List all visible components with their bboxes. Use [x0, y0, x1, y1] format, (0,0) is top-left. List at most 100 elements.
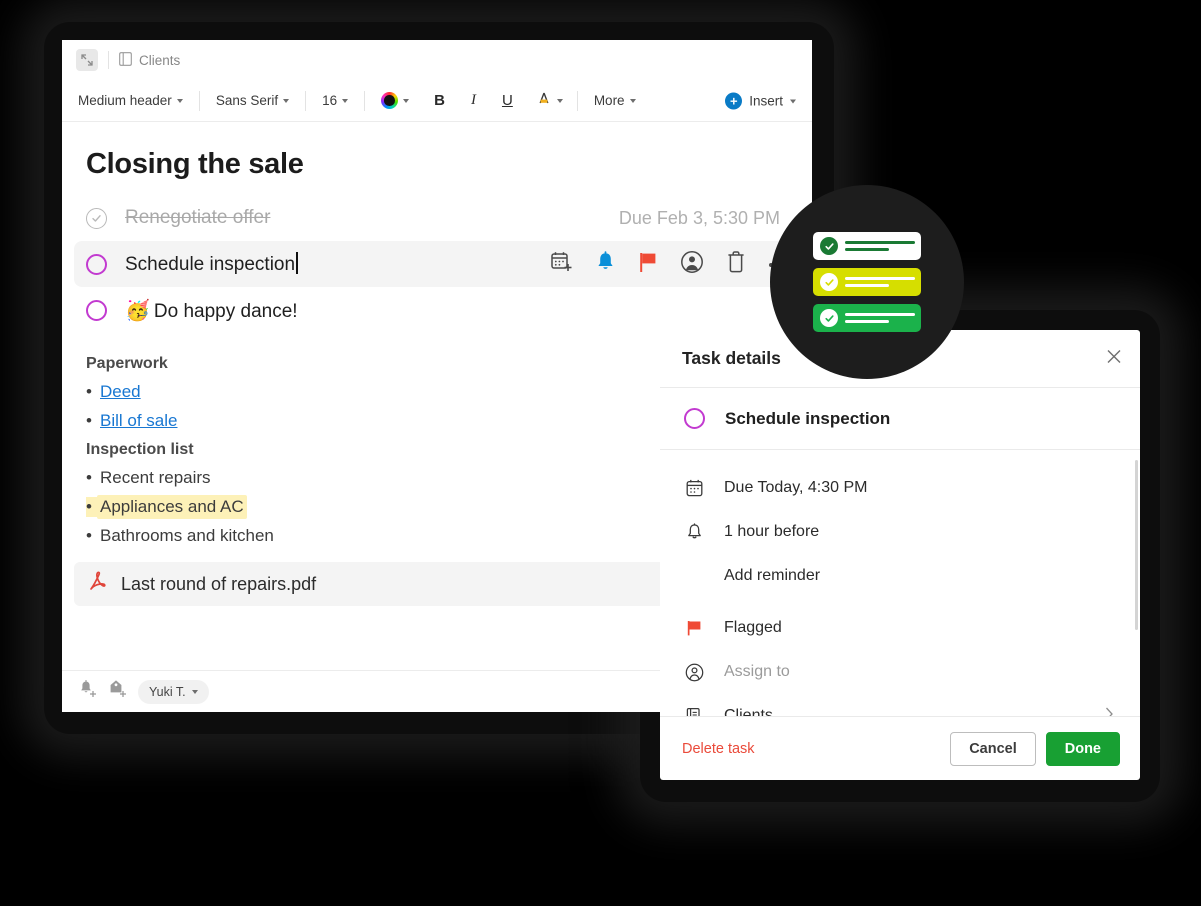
badge-line	[845, 248, 889, 252]
bullet-dot: •	[86, 468, 92, 487]
notebook-icon	[684, 707, 704, 716]
done-button[interactable]: Done	[1045, 731, 1120, 766]
task-label-wrapper: 🥳 Do happy dance!	[125, 298, 298, 323]
dialog-row-label: 1 hour before	[724, 523, 820, 540]
task-checkbox-checked-icon[interactable]	[86, 207, 107, 229]
check-icon	[820, 273, 838, 291]
badge-bar-lines	[845, 276, 915, 288]
task-label-wrapper[interactable]: Schedule inspection	[125, 252, 298, 276]
italic-button[interactable]: I	[458, 92, 489, 109]
paragraph-style-dropdown[interactable]: Medium header	[78, 88, 195, 114]
font-size-dropdown[interactable]: 16	[310, 88, 360, 114]
expand-arrows-icon[interactable]	[76, 49, 98, 71]
task-label: Do happy dance!	[153, 300, 298, 322]
cancel-button[interactable]: Cancel	[950, 731, 1036, 766]
insert-label: Insert	[749, 93, 783, 108]
task-checkbox-icon[interactable]	[86, 299, 107, 321]
dialog-row-label: Due Today, 4:30 PM	[724, 479, 868, 496]
dialog-row-due-date[interactable]: Due Today, 4:30 PM	[660, 466, 1140, 510]
pdf-icon	[88, 571, 107, 598]
task-label: Schedule inspection	[125, 254, 296, 275]
badge-bar-green	[813, 304, 921, 332]
dialog-scrollbar[interactable]	[1135, 460, 1138, 630]
calendar-icon	[684, 479, 704, 497]
dialog-actions: Cancel Done	[950, 731, 1120, 766]
page-title: Closing the sale	[86, 148, 304, 180]
tasks-badge	[770, 185, 964, 379]
calendar-add-icon[interactable]	[550, 250, 573, 278]
link-deed[interactable]: Deed	[100, 382, 141, 402]
highlight-dropdown[interactable]	[526, 88, 573, 114]
chevron-right-icon[interactable]	[1105, 707, 1114, 716]
badge-line	[845, 320, 889, 324]
chevron-down-icon	[790, 99, 796, 103]
attachment-name: Last round of repairs.pdf	[121, 573, 317, 594]
list-item-label: Bathrooms and kitchen	[100, 526, 274, 545]
task-checkbox-icon[interactable]	[684, 408, 705, 429]
task-row-actions	[550, 250, 790, 279]
chevron-down-icon	[403, 99, 410, 103]
party-face-emoji: 🥳	[125, 299, 150, 322]
task-label: Renegotiate offer	[125, 207, 271, 228]
user-dropdown[interactable]: Yuki T.	[138, 679, 209, 704]
check-icon	[820, 309, 838, 327]
task-details-dialog: Task details Schedule inspection Due Tod…	[660, 330, 1140, 780]
dialog-row-label: Clients	[724, 707, 773, 716]
dialog-row-label: Add reminder	[724, 567, 821, 584]
dialog-row-add-reminder[interactable]: Add reminder	[660, 554, 1140, 598]
dialog-row-notebook[interactable]: Clients	[660, 694, 1140, 716]
task-row-renegotiate-offer[interactable]: Renegotiate offer Due Feb 3, 5:30 PM	[74, 195, 800, 241]
font-size-label: 16	[322, 93, 338, 108]
insert-button[interactable]: + Insert	[725, 92, 796, 109]
badge-bar-yellow	[813, 268, 921, 296]
user-name: Yuki T.	[149, 684, 186, 699]
dialog-row-label: Flagged	[724, 619, 782, 636]
link-bill-of-sale[interactable]: Bill of sale	[100, 411, 177, 431]
bold-button[interactable]: B	[421, 92, 458, 109]
task-due-date: Due Feb 3, 5:30 PM	[618, 207, 780, 228]
chevron-down-icon	[283, 99, 290, 103]
task-row-do-happy-dance[interactable]: 🥳 Do happy dance!	[74, 287, 800, 333]
dialog-row-assign-to[interactable]: Assign to	[660, 650, 1140, 694]
flag-icon[interactable]	[638, 251, 658, 278]
document-icon	[119, 51, 132, 69]
dialog-title: Task details	[682, 348, 781, 368]
list-item-label: Appliances and AC	[97, 495, 247, 519]
assign-person-icon	[684, 663, 704, 682]
font-family-dropdown[interactable]: Sans Serif	[204, 88, 301, 114]
check-icon	[820, 237, 838, 255]
delete-task-button[interactable]: Delete task	[682, 741, 755, 757]
topbar-divider	[108, 51, 109, 69]
task-row-schedule-inspection[interactable]: Schedule inspection	[74, 241, 800, 287]
toolbar-divider	[576, 90, 578, 111]
badge-line	[845, 240, 915, 244]
badge-bar-lines	[845, 240, 915, 252]
bell-icon	[684, 523, 704, 541]
trash-icon[interactable]	[726, 250, 746, 278]
dialog-row-flagged[interactable]: Flagged	[660, 606, 1140, 650]
highlighter-icon	[536, 91, 552, 110]
task-checkbox-icon[interactable]	[86, 253, 107, 275]
paragraph-style-label: Medium header	[78, 93, 172, 108]
toolbar-divider	[364, 90, 366, 111]
chevron-down-icon	[629, 99, 636, 103]
document-breadcrumb[interactable]: Clients	[119, 51, 180, 69]
text-color-dropdown[interactable]	[369, 88, 421, 114]
underline-button[interactable]: U	[489, 92, 526, 109]
add-tag-icon[interactable]	[108, 679, 128, 704]
more-format-dropdown[interactable]: More	[582, 88, 648, 114]
badge-line	[845, 276, 915, 280]
dialog-row-reminder[interactable]: 1 hour before	[660, 510, 1140, 554]
flag-icon	[684, 619, 704, 637]
bell-icon[interactable]	[595, 250, 616, 278]
chevron-down-icon	[342, 99, 349, 103]
dialog-task-row[interactable]: Schedule inspection	[660, 388, 1140, 450]
chevron-down-icon	[176, 99, 183, 103]
list-item-label: Recent repairs	[100, 468, 211, 487]
badge-bar-lines	[845, 312, 915, 324]
add-reminder-icon[interactable]	[78, 679, 98, 704]
close-icon[interactable]	[1106, 348, 1122, 369]
assign-person-icon[interactable]	[680, 250, 704, 279]
color-wheel-icon	[381, 92, 399, 109]
text-cursor	[296, 252, 298, 274]
